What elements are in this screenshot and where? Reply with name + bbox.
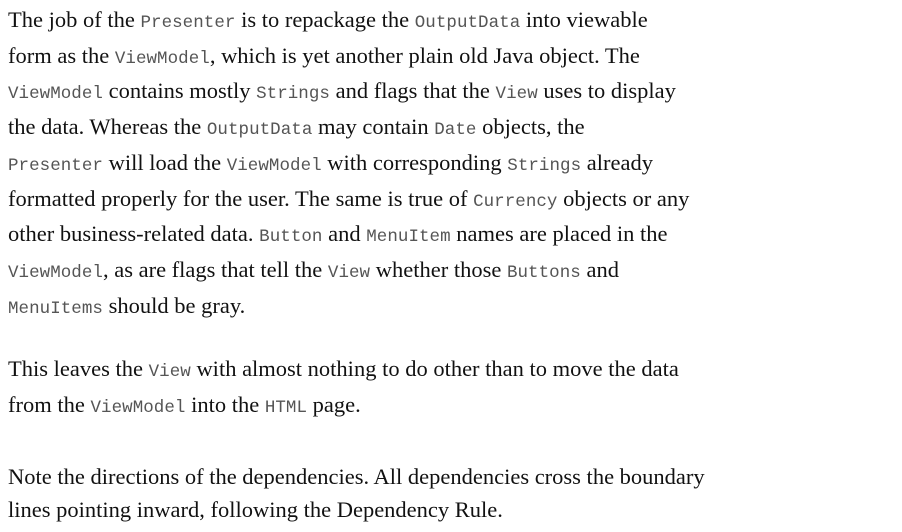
inline-code: Button: [259, 227, 323, 248]
text-run: the data. Whereas the: [8, 114, 207, 140]
text-run: is to repackage the: [235, 7, 415, 32]
text-line: ViewModel, as are flags that tell the Vi…: [8, 254, 898, 290]
inline-code: ViewModel: [226, 155, 322, 176]
text-run: with corresponding: [321, 149, 508, 175]
text-line: from the ViewModel into the HTML page.: [8, 389, 898, 425]
inline-code: HTML: [264, 397, 308, 418]
text-run: uses to display: [537, 78, 676, 104]
text-run: page.: [307, 391, 361, 417]
text-line: lines pointing inward, following the Dep…: [8, 494, 898, 527]
text-run: The job of the: [8, 7, 141, 32]
text-run: with almost nothing to do other than to …: [190, 356, 679, 381]
text-run: names are placed in the: [450, 221, 668, 247]
inline-code: Presenter: [8, 155, 103, 176]
inline-code: Presenter: [140, 13, 236, 33]
inline-code: Date: [434, 120, 477, 141]
inline-code: ViewModel: [114, 48, 210, 69]
text-run: This leaves the: [8, 356, 149, 381]
text-run: and: [322, 221, 367, 247]
text-run: objects, the: [476, 114, 585, 140]
text-run: Note the directions of the dependencies.…: [8, 464, 705, 489]
paragraph-dependency-rule: Note the directions of the dependencies.…: [8, 461, 898, 526]
paragraph-presenter-viewmodel: The job of the Presenter is to repackage…: [8, 4, 898, 325]
inline-code: OutputData: [206, 120, 313, 141]
inline-code: View: [495, 84, 538, 105]
text-line: other business-related data. Button and …: [8, 218, 898, 254]
text-run: objects or any: [557, 185, 690, 211]
text-run: contains mostly: [102, 78, 257, 104]
inline-code: Buttons: [506, 262, 581, 283]
text-run: formatted properly for the user. The sam…: [8, 185, 474, 211]
inline-code: View: [327, 262, 371, 283]
text-run: will load the: [102, 149, 227, 175]
text-run: from the: [8, 391, 91, 417]
text-run: other business-related data.: [8, 221, 260, 247]
inline-code: MenuItems: [8, 298, 103, 319]
inline-code: Currency: [473, 191, 558, 212]
text-run: into the: [185, 391, 265, 417]
text-line: The job of the Presenter is to repackage…: [8, 4, 898, 40]
text-line: MenuItems should be gray.: [8, 290, 898, 326]
inline-code: View: [148, 362, 191, 382]
text-run: and: [580, 256, 619, 282]
document-page: The job of the Presenter is to repackage…: [0, 0, 902, 532]
text-line: form as the ViewModel, which is yet anot…: [8, 40, 898, 76]
text-run: , as are flags that tell the: [102, 256, 328, 282]
text-run: lines pointing inward, following the Dep…: [8, 496, 503, 522]
text-line: Note the directions of the dependencies.…: [8, 461, 898, 494]
text-line: ViewModel contains mostly Strings and fl…: [8, 75, 898, 111]
text-line: This leaves the View with almost nothing…: [8, 353, 898, 389]
inline-code: ViewModel: [8, 84, 103, 105]
text-run: form as the: [8, 42, 115, 68]
text-run: , which is yet another plain old Java ob…: [209, 42, 640, 68]
inline-code: Strings: [256, 84, 330, 105]
text-run: and flags that the: [329, 78, 496, 104]
text-run: should be gray.: [102, 292, 246, 318]
text-run: may contain: [312, 114, 435, 140]
inline-code: Strings: [507, 155, 582, 176]
inline-code: OutputData: [414, 13, 521, 33]
text-line: the data. Whereas the OutputData may con…: [8, 111, 898, 147]
inline-code: ViewModel: [8, 262, 103, 283]
paragraph-view-role: This leaves the View with almost nothing…: [8, 353, 898, 424]
text-line: Presenter will load the ViewModel with c…: [8, 147, 898, 183]
text-line: formatted properly for the user. The sam…: [8, 183, 898, 219]
text-run: already: [581, 149, 653, 175]
inline-code: MenuItem: [366, 227, 451, 248]
inline-code: ViewModel: [90, 397, 186, 418]
text-run: into viewable: [520, 7, 648, 32]
text-run: whether those: [370, 256, 507, 282]
